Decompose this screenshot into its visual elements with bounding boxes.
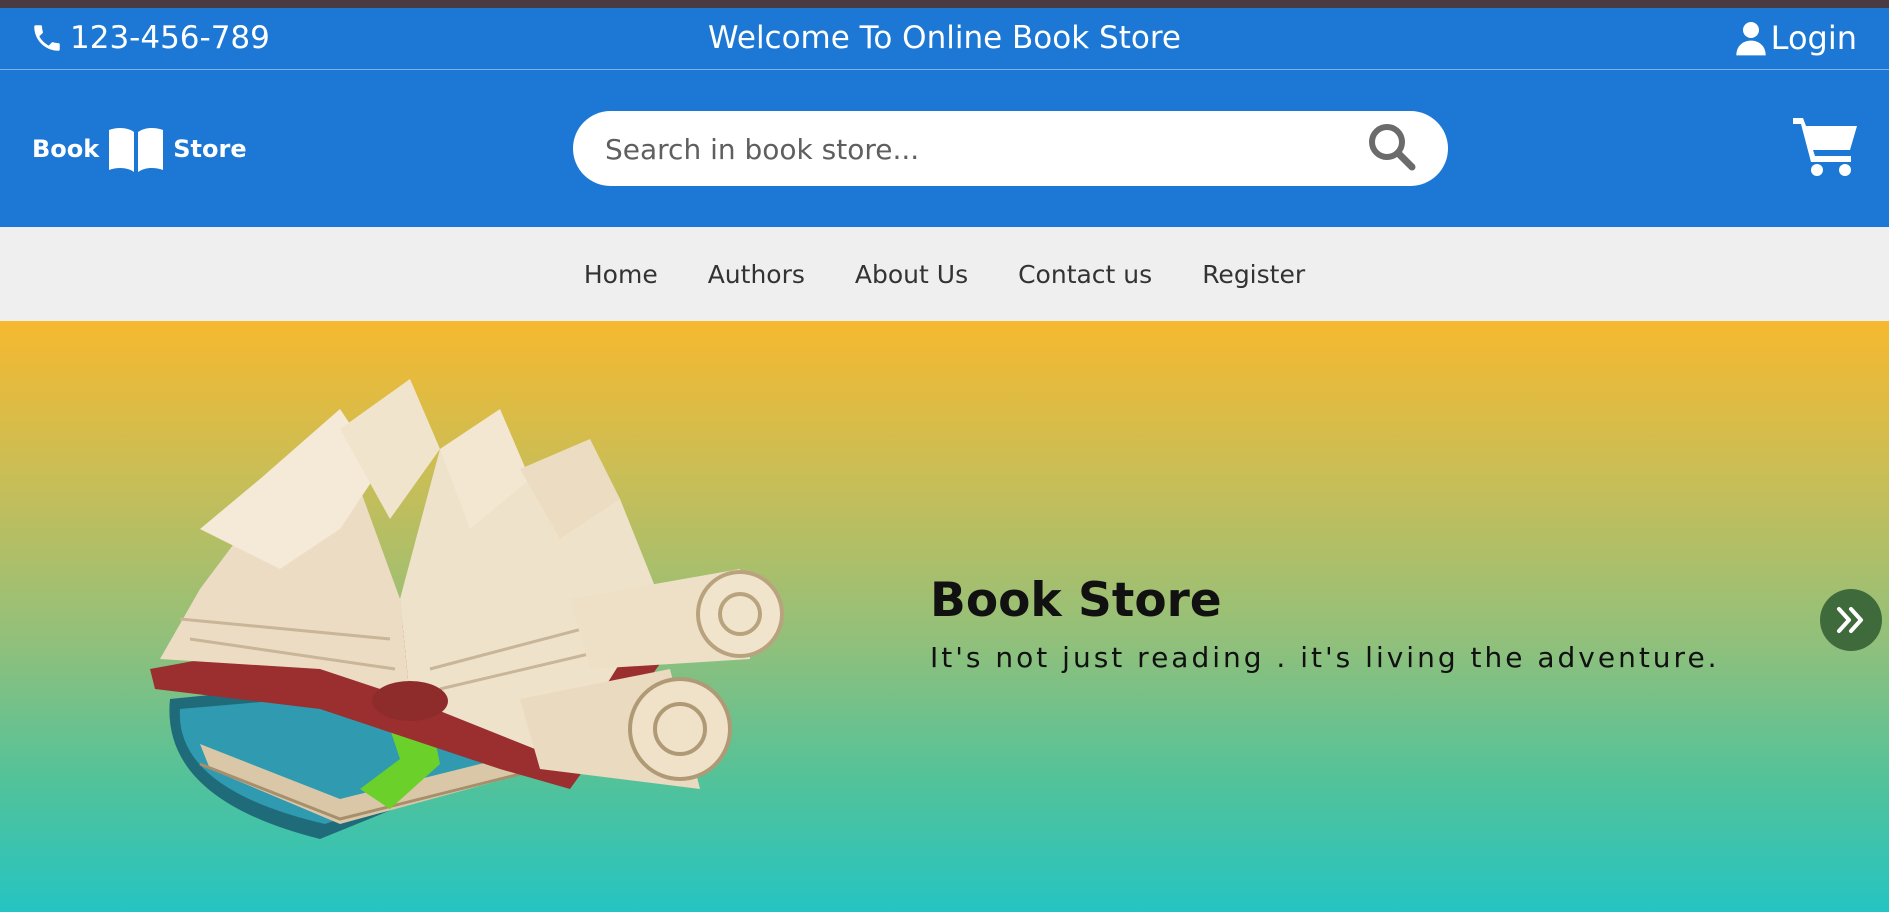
welcome-message: Welcome To Online Book Store <box>708 20 1181 56</box>
login-label: Login <box>1770 19 1857 57</box>
window-top-strip <box>0 0 1889 8</box>
books-illustration <box>150 379 784 839</box>
carousel-next-button[interactable] <box>1820 589 1882 651</box>
user-icon <box>1736 22 1766 56</box>
hero-banner: Book Store It's not just reading . it's … <box>0 321 1889 912</box>
logo-text-book: Book <box>32 135 100 163</box>
logo-text-store: Store <box>173 135 247 163</box>
nav-item-register[interactable]: Register <box>1202 260 1305 289</box>
hero-subtitle: It's not just reading . it's living the … <box>930 641 1720 674</box>
chevrons-right-icon <box>1837 607 1863 633</box>
nav-item-home[interactable]: Home <box>584 260 658 289</box>
hero-title: Book Store <box>930 573 1222 628</box>
cart-icon[interactable] <box>1793 116 1859 178</box>
top-info-bar: 123-456-789 Welcome To Online Book Store… <box>0 8 1889 70</box>
search-bar <box>573 111 1448 186</box>
search-input[interactable] <box>603 121 1327 178</box>
site-logo[interactable]: Book Store <box>32 126 247 172</box>
main-header: Book Store <box>0 70 1889 227</box>
nav-item-about-us[interactable]: About Us <box>855 260 968 289</box>
nav-item-authors[interactable]: Authors <box>708 260 805 289</box>
book-icon <box>109 127 164 172</box>
login-link[interactable]: Login <box>1735 20 1857 56</box>
main-navigation: Home Authors About Us Contact us Registe… <box>0 227 1889 321</box>
nav-item-contact-us[interactable]: Contact us <box>1018 260 1152 289</box>
search-icon[interactable] <box>1364 119 1420 175</box>
